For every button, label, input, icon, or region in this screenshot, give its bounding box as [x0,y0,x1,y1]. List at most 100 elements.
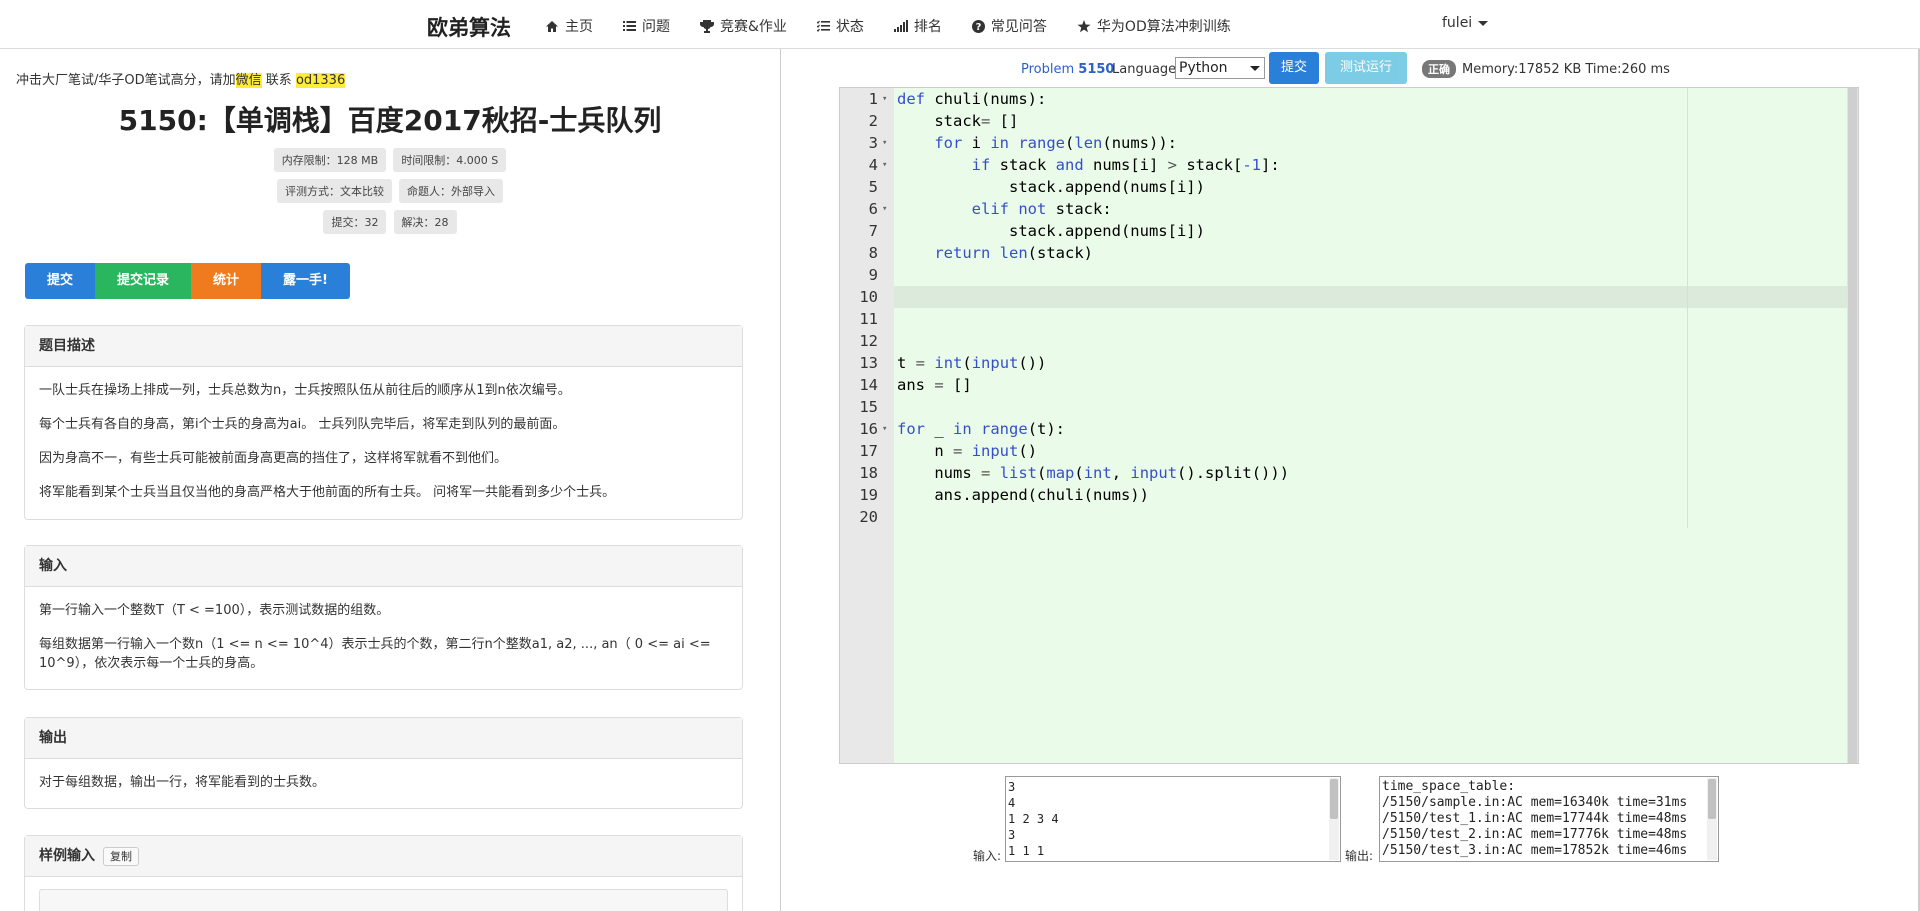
badge-row: 提交：32 解决：28 [0,210,780,234]
judge-method-badge: 评测方式：文本比较 [276,179,392,203]
input-paragraph: 第一行输入一个整数T（T < =100），表示测试数据的组数。 [39,603,390,618]
line-number: 4 [868,156,878,174]
description-paragraph: 因为身高不一，有些士兵可能被前面身高更高的挡住了，这样将军就看不到他们。 [39,451,508,466]
code-pane: Problem 5150 Language: Python 提交 测试运行 正确… [780,49,1920,911]
time-limit-badge: 时间限制：4.000 S [393,148,507,172]
output-text: time_space_table:/5150/sample.in:AC mem=… [1382,779,1704,859]
line-number: 10 [859,288,878,306]
submit-count-badge: 提交：32 [323,210,387,234]
output-textarea[interactable]: time_space_table:/5150/sample.in:AC mem=… [1379,776,1719,862]
copy-button[interactable]: 复制 [103,847,139,866]
nav-item-status[interactable]: 状态 [816,16,864,36]
fold-toggle-icon[interactable]: ▾ [882,154,887,176]
submission-records-button[interactable]: 提交记录 [95,263,191,299]
description-body: 一队士兵在操场上排成一列，士兵总数为n，士兵按照队伍从前往后的顺序从1到n依次编… [25,367,742,516]
nav-item-label: 状态 [835,19,864,35]
input-line: 1 2 3 4 [1008,812,1059,826]
line-number: 1 [868,90,878,108]
input-paragraph: 每组数据第一行输入一个数n（1 <= n <= 10^4）表示士兵的个数，第二行… [39,637,711,671]
line-number: 9 [868,266,878,284]
description-paragraph: 将军能看到某个士兵当且仅当他的身高严格大于他前面的所有士兵。 问将军一共能看到多… [39,485,616,500]
output-line: /5150/test_3.in:AC mem=17852k time=46ms [1382,843,1688,858]
editor-scrollbar[interactable] [1847,88,1858,763]
brand-logo[interactable]: 欧弟算法 [427,12,511,42]
output-line: /5150/test_2.in:AC mem=17776k time=48ms [1382,827,1688,842]
fold-toggle-icon[interactable]: ▾ [882,88,887,110]
output-body: 对于每组数据，输出一行，将军能看到的士兵数。 [25,759,742,806]
solved-count-badge: 解决：28 [393,210,457,234]
problem-prefix: Problem [1021,62,1075,77]
line-number: 2 [868,112,878,130]
input-line: 3 [1008,780,1016,794]
line-number: 16 [859,420,878,438]
line-number: 12 [859,332,878,350]
code-text: for _ in range(t): [897,420,1066,438]
language-select[interactable]: Python [1175,57,1265,79]
panel-title: 题目描述 [25,326,742,367]
nav-item-od-training[interactable]: 华为OD算法冲刺训练 [1077,16,1231,36]
input-label: 输入: [973,849,1002,863]
statistics-button[interactable]: 统计 [191,263,261,299]
output-line: /5150/sample.in:AC mem=16340k time=31ms [1382,795,1688,810]
show-solution-button[interactable]: 露一手! [261,263,350,299]
promo-text: 冲击大厂笔试/华子OD笔试高分，请加 [16,73,236,88]
promo-banner: 冲击大厂笔试/华子OD笔试高分，请加微信 联系 od1336 [16,69,346,88]
username: fulei [1442,15,1473,31]
scrollbar-thumb[interactable] [1708,779,1716,819]
scrollbar-thumb[interactable] [1848,88,1857,763]
problem-link[interactable]: Problem 5150 [1021,62,1114,77]
sample-input-panel: 样例输入 复制 [24,835,743,911]
memory-limit-badge: 内存限制：128 MB [273,148,387,172]
nav-item-home[interactable]: 主页 [545,16,593,36]
fold-toggle-icon[interactable]: ▾ [882,418,887,440]
language-value: Python [1179,60,1228,76]
author-badge: 命题人：外部导入 [399,179,504,203]
description-paragraph: 一队士兵在操场上排成一列，士兵总数为n，士兵按照队伍从前往后的顺序从1到n依次编… [39,383,571,398]
panel-title: 输入 [25,546,742,587]
status-list-icon [816,20,830,32]
language-label: Language: [1112,62,1181,77]
nav-item-problems[interactable]: 问题 [623,16,670,36]
top-navbar: 欧弟算法 主页 问题 竞赛&作业 状态 排名 ? 常见问答 华为OD算法冲刺训练 [0,0,1920,49]
active-line-highlight [894,286,1849,308]
line-number: 6 [868,200,878,218]
code-text: return len(stack) [934,244,1093,262]
nav-item-label: 华为OD算法冲刺训练 [1096,19,1231,35]
description-paragraph: 每个士兵有各自的身高，第i个士兵的身高为ai。 士兵列队完毕后，将军走到队列的最… [39,417,566,432]
nav-menu: 主页 问题 竞赛&作业 状态 排名 ? 常见问答 华为OD算法冲刺训练 [545,16,1261,36]
line-number: 14 [859,376,878,394]
test-run-button[interactable]: 测试运行 [1325,52,1407,84]
code-text: nums = list(map(int, input().split())) [897,464,1290,482]
nav-item-contests[interactable]: 竞赛&作业 [700,16,787,36]
code-editor[interactable]: 1 ▾ def chuli(nums): 2 stack= [] 3 ▾ for i in… [839,87,1859,764]
fold-toggle-icon[interactable]: ▾ [882,132,887,154]
list-icon [623,21,636,31]
line-number: 18 [859,464,878,482]
code-text: t = int(input()) [897,354,1047,372]
user-menu[interactable]: fulei [1442,15,1489,31]
star-icon [1077,19,1091,32]
input-line: 3 [1008,828,1016,842]
code-text: stack.append(nums[i]) [897,178,1205,196]
submit-button[interactable]: 提交 [25,263,95,299]
submit-code-button[interactable]: 提交 [1269,52,1319,84]
chevron-down-icon [1250,66,1260,71]
line-number: 3 [868,134,878,152]
promo-highlight: 微信 [235,73,262,88]
nav-item-label: 常见问答 [990,19,1047,35]
panel-title: 样例输入 复制 [25,836,742,877]
nav-item-label: 问题 [642,19,670,35]
custom-input-textarea[interactable]: 3 4 1 2 3 4 3 1 1 1 [1005,776,1341,862]
nav-item-ranking[interactable]: 排名 [893,16,942,36]
panel-title: 输出 [25,718,742,759]
fold-toggle-icon[interactable]: ▾ [882,198,887,220]
input-text: 3 4 1 2 3 4 3 1 1 1 [1008,779,1326,859]
line-number: 15 [859,398,878,416]
sample-input-box [39,889,728,911]
question-icon: ? [971,19,985,33]
nav-item-label: 排名 [913,19,942,35]
nav-item-label: 竞赛&作业 [720,19,787,35]
code-text: elif not stack: [971,200,1112,218]
nav-item-faq[interactable]: ? 常见问答 [971,16,1047,36]
scrollbar-thumb[interactable] [1330,779,1338,819]
